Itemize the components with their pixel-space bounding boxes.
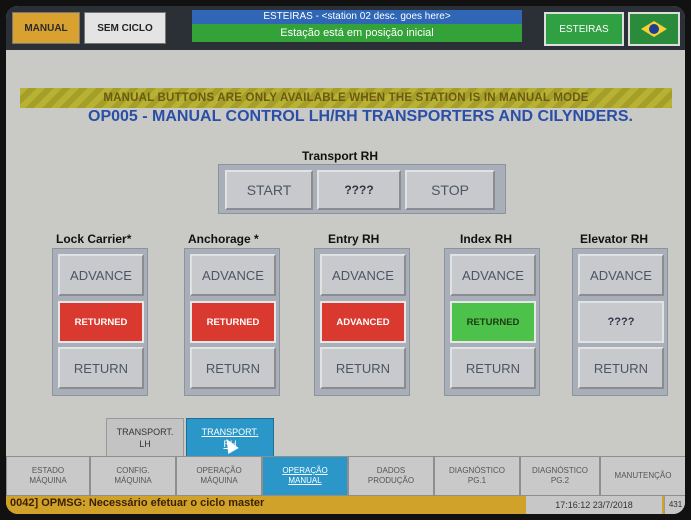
transport-start-button[interactable]: START bbox=[225, 170, 313, 210]
lock-carrier-title: Lock Carrier* bbox=[56, 232, 132, 246]
transport-panel: START ???? STOP bbox=[218, 164, 506, 214]
anchorage-advance-button[interactable]: ADVANCE bbox=[190, 254, 276, 296]
elevator-rh-return-button[interactable]: RETURN bbox=[578, 347, 664, 389]
hmi-screen: MANUAL SEM CICLO ESTEIRAS - <station 02 … bbox=[6, 6, 685, 514]
esteiras-button[interactable]: ESTEIRAS bbox=[544, 12, 624, 46]
manual-mode-button[interactable]: MANUAL bbox=[12, 12, 80, 44]
station-title: ESTEIRAS - <station 02 desc. goes here> … bbox=[192, 10, 522, 44]
sem-ciclo-button[interactable]: SEM CICLO bbox=[84, 12, 166, 44]
elevator-rh-advance-button[interactable]: ADVANCE bbox=[578, 254, 664, 296]
nav-label: CONFIG. bbox=[116, 466, 150, 475]
flag-globe bbox=[649, 24, 659, 34]
anchorage-state: RETURNED bbox=[190, 301, 276, 343]
page-title: OP005 - MANUAL CONTROL LH/RH TRANSPORTER… bbox=[88, 108, 633, 125]
station-status: Estação está em posição inicial bbox=[192, 24, 522, 42]
tab-transport-lh[interactable]: TRANSPORT. LH bbox=[106, 418, 184, 458]
status-bar: 0042] OPMSG: Necessário efetuar o ciclo … bbox=[6, 496, 685, 514]
nav-label: PRODUÇÃO bbox=[367, 476, 415, 485]
index-rh-return-button[interactable]: RETURN bbox=[450, 347, 536, 389]
entry-rh-panel: ADVANCE ADVANCED RETURN bbox=[314, 248, 410, 396]
nav-label: DIAGNÓSTICO bbox=[448, 466, 505, 475]
status-number: 431 bbox=[664, 496, 685, 514]
station-name: ESTEIRAS - <station 02 desc. goes here> bbox=[192, 10, 522, 24]
status-message: 0042] OPMSG: Necessário efetuar o ciclo … bbox=[10, 497, 265, 509]
nav-label: DADOS bbox=[376, 466, 406, 475]
bottom-nav: ESTADO MÁQUINA CONFIG. MÁQUINA OPERAÇÃO MÁQ… bbox=[6, 456, 685, 496]
index-rh-advance-button[interactable]: ADVANCE bbox=[450, 254, 536, 296]
entry-rh-return-button[interactable]: RETURN bbox=[320, 347, 406, 389]
tab-transport-lh-label: TRANSPORT. LH bbox=[117, 426, 174, 450]
nav-manutencao[interactable]: MANUTENÇÃO bbox=[600, 456, 685, 496]
tab-lh-line1: TRANSPORT. bbox=[116, 427, 174, 437]
nav-diagnostico-pg1[interactable]: DIAGNÓSTICO PG.1 bbox=[434, 456, 520, 496]
nav-label: MANUTENÇÃO bbox=[614, 471, 672, 480]
entry-rh-title: Entry RH bbox=[328, 232, 380, 246]
nav-operacao-manual[interactable]: OPERAÇÃO MANUAL bbox=[262, 456, 348, 496]
anchorage-return-button[interactable]: RETURN bbox=[190, 347, 276, 389]
index-rh-panel: ADVANCE RETURNED RETURN bbox=[444, 248, 540, 396]
top-bar: MANUAL SEM CICLO ESTEIRAS - <station 02 … bbox=[6, 6, 685, 50]
elevator-rh-state: ???? bbox=[578, 301, 664, 343]
nav-label: PG.2 bbox=[550, 476, 570, 485]
lock-carrier-advance-button[interactable]: ADVANCE bbox=[58, 254, 144, 296]
anchorage-panel: ADVANCE RETURNED RETURN bbox=[184, 248, 280, 396]
nav-label: MÁQUINA bbox=[200, 476, 238, 485]
nav-config-maquina[interactable]: CONFIG. MÁQUINA bbox=[90, 456, 176, 496]
nav-label: DIAGNÓSTICO bbox=[531, 466, 588, 475]
manual-mode-warning: MANUAL BUTTONS ARE ONLY AVAILABLE WHEN T… bbox=[20, 88, 672, 108]
status-datetime: 17:16:12 23/7/2018 bbox=[526, 496, 662, 514]
index-rh-state: RETURNED bbox=[450, 301, 536, 343]
tab-lh-line2: LH bbox=[139, 439, 151, 449]
nav-label: MANUAL bbox=[288, 476, 322, 485]
nav-dados-producao[interactable]: DADOS PRODUÇÃO bbox=[348, 456, 434, 496]
lock-carrier-return-button[interactable]: RETURN bbox=[58, 347, 144, 389]
transport-stop-button[interactable]: STOP bbox=[405, 170, 495, 210]
transport-state: ???? bbox=[317, 170, 401, 210]
entry-rh-state: ADVANCED bbox=[320, 301, 406, 343]
nav-label: OPERAÇÃO bbox=[282, 466, 328, 475]
transport-title: Transport RH bbox=[302, 149, 379, 163]
nav-estado-maquina[interactable]: ESTADO MÁQUINA bbox=[6, 456, 90, 496]
flag-diamond bbox=[641, 21, 667, 37]
nav-label: PG.1 bbox=[467, 476, 487, 485]
index-rh-title: Index RH bbox=[460, 232, 513, 246]
lock-carrier-state: RETURNED bbox=[58, 301, 144, 343]
brazil-flag-icon[interactable] bbox=[628, 12, 680, 46]
nav-operacao-maquina[interactable]: OPERAÇÃO MÁQUINA bbox=[176, 456, 262, 496]
elevator-rh-panel: ADVANCE ???? RETURN bbox=[572, 248, 668, 396]
nav-label: MÁQUINA bbox=[29, 476, 67, 485]
nav-label: MÁQUINA bbox=[114, 476, 152, 485]
lock-carrier-panel: ADVANCE RETURNED RETURN bbox=[52, 248, 148, 396]
elevator-rh-title: Elevator RH bbox=[580, 232, 649, 246]
nav-diagnostico-pg2[interactable]: DIAGNÓSTICO PG.2 bbox=[520, 456, 600, 496]
anchorage-title: Anchorage * bbox=[188, 232, 259, 246]
entry-rh-advance-button[interactable]: ADVANCE bbox=[320, 254, 406, 296]
nav-label: OPERAÇÃO bbox=[196, 466, 242, 475]
nav-label: ESTADO bbox=[31, 466, 65, 475]
